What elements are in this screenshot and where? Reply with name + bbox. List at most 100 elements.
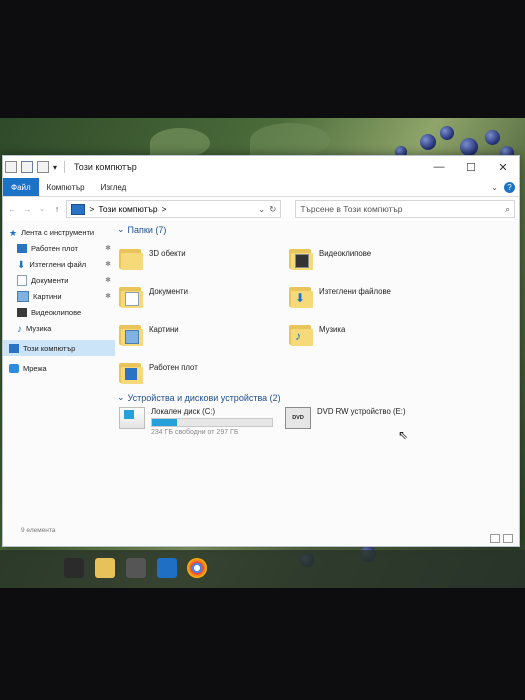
nav-item-label: Изтеглени файл: [29, 259, 87, 269]
back-arrow-icon[interactable]: ←: [7, 204, 18, 214]
explorer-body: ★ Лента с инструменти Работен плот ✱ ⬇ И…: [3, 222, 519, 546]
document-icon: [17, 274, 27, 286]
address-bar[interactable]: > Този компютър > ⌄ ↻: [66, 200, 282, 218]
music-folder-icon: ♪: [289, 322, 313, 346]
nav-network-label: Мрежа: [23, 363, 47, 373]
folder-label: Работен плот: [149, 363, 198, 372]
mouse-cursor-icon: ⇖: [398, 428, 409, 442]
folder-3d-objects[interactable]: 3D обекти: [119, 246, 299, 282]
folder-pictures[interactable]: Картини: [119, 322, 299, 358]
video-folder-icon: [289, 246, 313, 270]
computer-icon: [9, 343, 19, 353]
refresh-icon[interactable]: ↻: [269, 204, 276, 215]
title-bar: ▾ Този компютър — ☐ ✕: [3, 156, 519, 178]
taskbar: [0, 550, 525, 588]
folder-downloads[interactable]: ⬇ Изтеглени файлове: [289, 284, 469, 320]
drive-e[interactable]: DVD DVD RW устройство (E:): [285, 407, 406, 429]
pin-icon: ✱: [105, 245, 111, 252]
address-chevron: >: [89, 204, 95, 214]
nav-item-documents[interactable]: Документи ✱: [3, 272, 115, 288]
address-bar-row: ← → ⌄ ↑ > Този компютър > ⌄ ↻ Търсене в …: [3, 197, 519, 221]
new-folder-icon[interactable]: [37, 161, 49, 173]
folder-label: Изтеглени файлове: [319, 287, 391, 296]
computer-icon: [71, 203, 86, 215]
tab-computer[interactable]: Компютър: [39, 178, 93, 196]
customize-toolbar-icon[interactable]: ▾: [53, 163, 57, 172]
file-explorer-window: ▾ Този компютър — ☐ ✕ Файл Компютър Изгл…: [2, 155, 520, 547]
music-note-icon: ♪: [17, 323, 22, 335]
tab-view[interactable]: Изглед: [93, 178, 135, 196]
drive-c[interactable]: Локален диск (C:) 234 ГБ свободни от 297…: [119, 407, 273, 436]
pin-icon: ✱: [105, 277, 111, 284]
nav-this-pc[interactable]: Този компютър: [3, 340, 115, 356]
nav-this-pc-label: Този компютър: [23, 343, 76, 353]
ribbon-tabs: Файл Компютър Изглед ⌄ ?: [3, 178, 519, 197]
drive-label: DVD RW устройство (E:): [317, 407, 406, 416]
star-icon: ★: [9, 227, 18, 238]
recent-locations-icon[interactable]: ⌄: [37, 205, 48, 213]
folder-label: Музика: [319, 325, 346, 334]
folder-label: 3D обекти: [149, 249, 186, 258]
file-explorer-taskbar-icon[interactable]: [95, 558, 115, 578]
windows-drive-icon: [119, 407, 145, 429]
devices-group-header[interactable]: ⌄ Устройства и дискови устройства (2): [117, 392, 281, 403]
folder-label: Видеоклипове: [319, 249, 372, 258]
folder-music[interactable]: ♪ Музика: [289, 322, 469, 358]
pictures-folder-icon: [119, 322, 143, 346]
search-placeholder: Търсене в Този компютър: [300, 204, 403, 214]
nav-item-desktop[interactable]: Работен плот ✱: [3, 240, 115, 256]
details-view-icon[interactable]: [490, 534, 500, 543]
minimize-button[interactable]: —: [423, 156, 455, 178]
desktop-icon: [17, 243, 27, 253]
drive-usage-bar: [151, 418, 273, 427]
nav-network[interactable]: Мрежа: [3, 360, 115, 376]
search-input[interactable]: Търсене в Този компютър ⌕: [295, 200, 515, 218]
network-icon: [9, 363, 19, 373]
pin-icon: ✱: [105, 261, 111, 268]
dvd-drive-icon: DVD: [285, 407, 311, 429]
window-title: Този компютър: [74, 162, 137, 172]
download-arrow-icon: ⬇: [17, 259, 26, 271]
drive-free-space: 234 ГБ свободни от 297 ГБ: [151, 429, 239, 436]
chrome-icon[interactable]: [187, 558, 207, 578]
folder-label: Документи: [149, 287, 188, 296]
properties-icon[interactable]: [5, 161, 17, 173]
nav-item-label: Документи: [31, 275, 69, 285]
video-icon: [17, 307, 27, 317]
expand-ribbon-icon[interactable]: ⌄: [491, 183, 498, 192]
large-icons-view-icon[interactable]: [503, 534, 513, 543]
nav-quick-access-label: Лента с инструменти: [21, 227, 95, 237]
chevron-down-icon: ⌄: [117, 224, 125, 234]
nav-item-label: Картини: [33, 291, 62, 301]
folder-documents[interactable]: Документи: [119, 284, 299, 320]
folder-videos[interactable]: Видеоклипове: [289, 246, 469, 282]
drive-label: Локален диск (C:): [151, 407, 216, 416]
checkmark-icon[interactable]: [21, 161, 33, 173]
nav-item-music[interactable]: ♪ Музика: [3, 320, 115, 336]
maximize-button[interactable]: ☐: [455, 156, 487, 178]
documents-folder-icon: [119, 284, 143, 308]
folder-desktop[interactable]: Работен плот: [119, 360, 299, 396]
mail-icon[interactable]: [157, 558, 177, 578]
nav-item-downloads[interactable]: ⬇ Изтеглени файл ✱: [3, 256, 115, 272]
nav-item-label: Видеоклипове: [31, 307, 82, 317]
nav-item-pictures[interactable]: Картини ✱: [3, 288, 115, 304]
close-button[interactable]: ✕: [487, 156, 519, 178]
task-view-icon[interactable]: [64, 558, 84, 578]
forward-arrow-icon[interactable]: →: [22, 204, 33, 214]
address-chevron-trailing: >: [161, 204, 167, 214]
chevron-down-icon: ⌄: [117, 392, 125, 402]
help-icon[interactable]: ?: [504, 181, 515, 193]
nav-item-videos[interactable]: Видеоклипове: [3, 304, 115, 320]
desktop-folder-icon: [119, 360, 143, 384]
tab-file[interactable]: Файл: [3, 178, 39, 196]
downloads-folder-icon: ⬇: [289, 284, 313, 308]
pin-icon: ✱: [105, 293, 111, 300]
address-dropdown-icon[interactable]: ⌄: [258, 204, 265, 215]
folder-icon: [119, 246, 143, 270]
store-icon[interactable]: [126, 558, 146, 578]
folders-group-header[interactable]: ⌄ Папки (7): [117, 224, 166, 235]
search-icon: ⌕: [505, 203, 510, 214]
nav-quick-access[interactable]: ★ Лента с инструменти: [3, 224, 115, 240]
up-arrow-icon[interactable]: ↑: [52, 204, 63, 214]
